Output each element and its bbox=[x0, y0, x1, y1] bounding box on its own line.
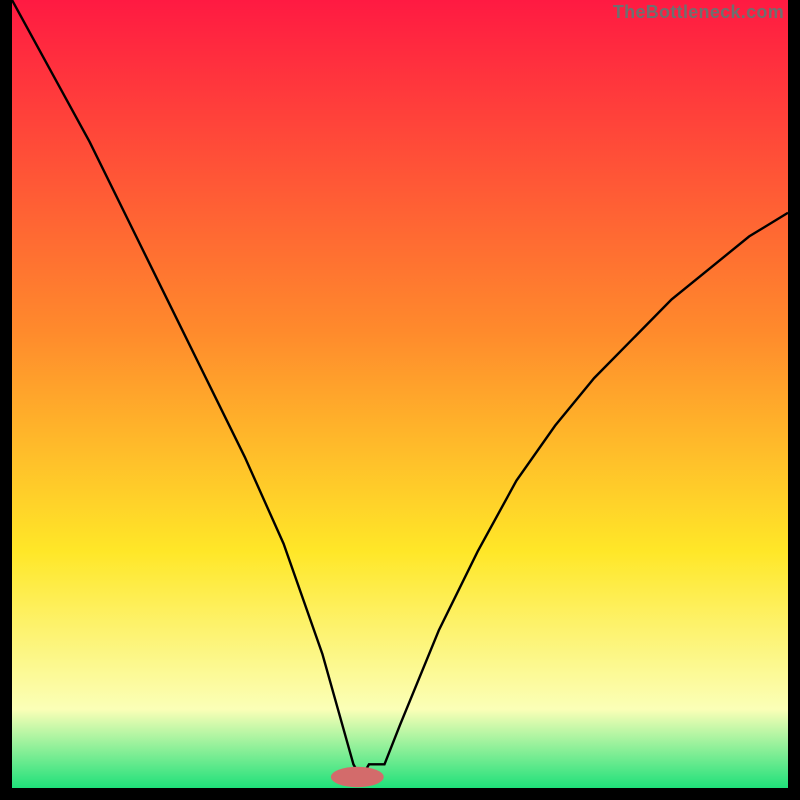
attribution-text: TheBottleneck.com bbox=[613, 2, 784, 23]
plot-area bbox=[12, 0, 788, 788]
gradient-background bbox=[12, 0, 788, 788]
plot-svg bbox=[12, 0, 788, 788]
bottleneck-chart: TheBottleneck.com bbox=[0, 0, 800, 800]
optimum-marker bbox=[331, 767, 384, 787]
